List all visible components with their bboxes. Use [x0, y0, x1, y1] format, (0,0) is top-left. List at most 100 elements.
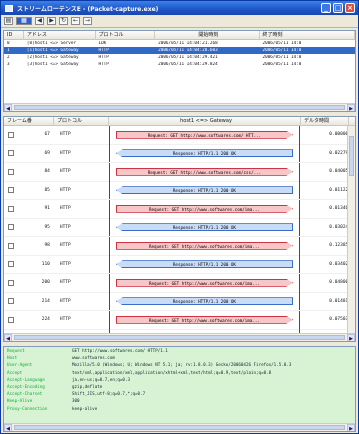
- frame-number: 67: [44, 132, 50, 138]
- header-row[interactable]: Request GET http://www.softwares.com/ HTT…: [4, 347, 355, 354]
- frame-number: 110: [41, 261, 50, 267]
- sequence-cell: Response: HTTP/1.1 200 OK: [108, 144, 301, 163]
- response-arrow[interactable]: Response: HTTP/1.1 200 OK: [115, 186, 294, 195]
- prev-icon[interactable]: ←: [71, 17, 80, 25]
- table-row[interactable]: 1 [1]host1 <=> Gateway HTTP 2006/05/11 14:0…: [4, 47, 355, 54]
- frame-protocol: HTTP: [59, 206, 71, 212]
- cell-end: 2006/05/11 14:0: [262, 41, 302, 46]
- frame-row[interactable]: 91 HTTP Request: GET http://www.softwares.…: [4, 199, 355, 219]
- header-row[interactable]: Accept-Language ja,en-us;q=0.7,en;q=0.3: [4, 376, 355, 383]
- col-protocol[interactable]: プロトコル: [96, 31, 156, 40]
- frame-sequence[interactable]: フレーム番 プロトコル host1 <=> Gateway デルタ時間 67 HT…: [3, 116, 356, 342]
- col-id[interactable]: ID: [4, 31, 24, 40]
- frame-row[interactable]: 224 HTTP Request: GET http://www.softwares…: [4, 310, 355, 330]
- header-value: www.softwares.com: [72, 355, 115, 361]
- header-row[interactable]: Keep-Alive 300: [4, 397, 355, 404]
- frame-number: 91: [44, 206, 50, 212]
- refresh-icon[interactable]: ↻: [59, 17, 68, 25]
- col-delta[interactable]: デルタ時間: [301, 117, 349, 126]
- cell-start: 2006/05/11 14:04:29.421: [158, 55, 218, 60]
- header-detail[interactable]: Request GET http://www.softwares.com/ HTT…: [3, 346, 356, 432]
- frame-number: 214: [41, 298, 50, 304]
- frame-row[interactable]: 214 HTTP Response: HTTP/1.1 200 OK 0.014818: [4, 292, 355, 311]
- header-key: User-Agent: [7, 362, 33, 368]
- header-key: Host: [7, 355, 18, 361]
- detail-hscroll[interactable]: ◀ ▶: [4, 423, 355, 431]
- title-bar[interactable]: ストリームローテンスE - (Packet-capture.exe) _ □ ×: [1, 1, 358, 15]
- frame-protocol: HTTP: [59, 280, 71, 286]
- col-start[interactable]: 開始時刻: [155, 31, 260, 40]
- frame-row[interactable]: 67 HTTP Request: GET http://www.softwares.…: [4, 125, 355, 145]
- frame-protocol: HTTP: [59, 150, 71, 156]
- table-row[interactable]: 3 [3]host1 <=> Gateway HTTP 2006/05/11 14:0…: [4, 61, 355, 68]
- col-frame-protocol[interactable]: プロトコル: [54, 117, 109, 126]
- response-arrow[interactable]: Response: HTTP/1.1 200 OK: [115, 297, 294, 306]
- maximize-icon[interactable]: □: [333, 3, 343, 13]
- table-row[interactable]: 0 [0]host1 <=> Server IDK 2006/05/11 14:04:…: [4, 40, 355, 47]
- forward-icon[interactable]: ▶: [47, 17, 56, 25]
- scroll-right-icon[interactable]: ▶: [347, 424, 355, 431]
- frame-number: 95: [44, 224, 50, 230]
- cell-id: 3: [7, 62, 10, 67]
- header-row[interactable]: User-Agent Mozilla/5.0 (Windows; U; Windo…: [4, 361, 355, 368]
- frame-row[interactable]: 200 HTTP Request: GET http://www.softwares…: [4, 273, 355, 293]
- frame-row[interactable]: 95 HTTP Response: HTTP/1.1 200 OK 0.030249: [4, 218, 355, 237]
- frame-row[interactable]: 69 HTTP Response: HTTP/1.1 200 OK 0.022791: [4, 144, 355, 163]
- request-arrow[interactable]: Request: GET http://www.softwares.com/cs…: [116, 168, 293, 176]
- scroll-left-icon[interactable]: ◀: [4, 104, 12, 111]
- sequence-cell: Request: GET http://www.softwares.com/im…: [108, 236, 301, 255]
- response-arrow[interactable]: Response: HTTP/1.1 200 OK: [115, 223, 294, 232]
- col-address[interactable]: アドレス: [24, 31, 96, 40]
- frame-number: 200: [41, 280, 50, 286]
- sequence-cell: Request: GET http://www.softwares.com/cs…: [108, 162, 301, 181]
- request-arrow[interactable]: Request: GET http://www.softwares.com/im…: [116, 279, 293, 287]
- scroll-left-icon[interactable]: ◀: [4, 424, 12, 431]
- cell-proto: HTTP: [98, 55, 109, 60]
- scroll-right-icon[interactable]: ▶: [347, 104, 355, 111]
- scroll-thumb[interactable]: [14, 105, 345, 110]
- close-icon[interactable]: ×: [345, 3, 355, 13]
- header-value: text/xml,application/xml,application/xht…: [72, 369, 272, 375]
- col-end[interactable]: 終了時刻: [260, 31, 355, 40]
- open-icon[interactable]: ▤: [4, 17, 13, 25]
- next-icon[interactable]: →: [83, 17, 92, 25]
- toolbar: ▤ ▦ ◀ ▶ ↻ ← →: [1, 15, 358, 28]
- header-row[interactable]: Accept-Encoding gzip,deflate: [4, 383, 355, 390]
- stream-list[interactable]: ID アドレス プロトコル 開始時刻 終了時刻 0 [0]host1 <=> Se…: [3, 30, 356, 112]
- table-row[interactable]: 2 [2]host1 <=> Gateway HTTP 2006/05/11 14:0…: [4, 54, 355, 61]
- request-arrow[interactable]: Request: GET http://www.softwares.com/im…: [116, 205, 293, 213]
- vscroll-thumb[interactable]: [349, 136, 354, 176]
- frame-row[interactable]: 110 HTTP Response: HTTP/1.1 200 OK 0.034024: [4, 255, 355, 274]
- col-endpoints[interactable]: host1 <=> Gateway: [109, 117, 301, 126]
- scroll-left-icon[interactable]: ◀: [4, 334, 12, 341]
- col-frame[interactable]: フレーム番: [4, 117, 54, 126]
- response-arrow[interactable]: Response: HTTP/1.1 200 OK: [115, 260, 294, 269]
- sequence-cell: Request: GET http://www.softwares.com/ H…: [108, 125, 301, 144]
- minimize-icon[interactable]: _: [321, 3, 331, 13]
- frame-protocol: HTTP: [59, 298, 71, 304]
- scroll-thumb[interactable]: [14, 335, 345, 340]
- frame-row[interactable]: 84 HTTP Request: GET http://www.softwares.…: [4, 162, 355, 182]
- header-row[interactable]: Proxy-Connection keep-alive: [4, 405, 355, 412]
- scroll-thumb[interactable]: [14, 425, 345, 430]
- stream-hscroll[interactable]: ◀ ▶: [4, 103, 355, 111]
- frame-hscroll[interactable]: ◀ ▶: [4, 333, 355, 341]
- request-arrow[interactable]: Request: GET http://www.softwares.com/im…: [116, 242, 293, 250]
- scroll-right-icon[interactable]: ▶: [347, 334, 355, 341]
- response-arrow[interactable]: Response: HTTP/1.1 200 OK: [115, 149, 294, 158]
- header-row[interactable]: Host www.softwares.com: [4, 354, 355, 361]
- frame-number: 69: [44, 150, 50, 156]
- header-value: GET http://www.softwares.com/ HTTP/1.1: [72, 348, 168, 353]
- request-arrow[interactable]: Request: GET http://www.softwares.com/ H…: [116, 131, 293, 139]
- back-icon[interactable]: ◀: [35, 17, 44, 25]
- header-row[interactable]: Accept-Charset Shift_JIS,utf-8;q=0.7,*;q=…: [4, 390, 355, 397]
- request-arrow[interactable]: Request: GET http://www.softwares.com/im…: [116, 316, 293, 324]
- frame-row[interactable]: 98 HTTP Request: GET http://www.softwares.…: [4, 236, 355, 256]
- header-value: ja,en-us;q=0.7,en;q=0.3: [72, 376, 130, 382]
- list-view-icon[interactable]: ▦: [16, 17, 32, 25]
- cell-proto: HTTP: [98, 62, 109, 67]
- frame-row[interactable]: 85 HTTP Response: HTTP/1.1 200 OK 0.011223: [4, 181, 355, 200]
- frame-vscroll[interactable]: [347, 126, 355, 333]
- header-row[interactable]: Accept text/xml,application/xml,applicati…: [4, 369, 355, 376]
- cell-end: 2006/05/11 14:0: [262, 62, 302, 67]
